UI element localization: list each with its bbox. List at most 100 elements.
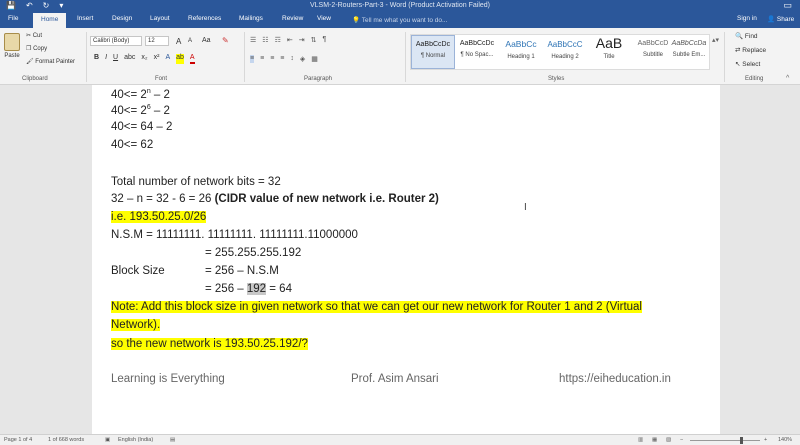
font-color-icon[interactable]: A <box>189 54 195 64</box>
block-size-label: Block Size <box>111 265 165 277</box>
numbering-icon[interactable]: ☷ <box>262 36 268 44</box>
zoom-level[interactable]: 140% <box>778 437 792 443</box>
tab-design[interactable]: Design <box>112 15 132 22</box>
multilevel-list-icon[interactable]: ☶ <box>275 36 281 44</box>
strikethrough-icon[interactable]: abc <box>124 54 135 64</box>
clear-formatting-icon[interactable]: ✎ <box>222 36 229 45</box>
align-right-icon[interactable]: ≡ <box>270 55 274 63</box>
footer-left: Learning is Everything <box>111 373 225 385</box>
doc-line: i.e. 193.50.25.0/26 <box>111 210 207 224</box>
cursor-icon: ↖ <box>735 61 741 68</box>
zoom-slider-thumb[interactable] <box>740 437 743 444</box>
font-group-label: Font <box>155 76 168 82</box>
doc-line: Network). <box>111 318 161 332</box>
tab-references[interactable]: References <box>188 15 221 22</box>
zoom-in-icon[interactable]: + <box>764 437 767 443</box>
style-normal[interactable]: AaBbCcDc ¶ Normal <box>411 35 455 69</box>
font-size-select[interactable]: 12 <box>145 36 169 46</box>
underline-button[interactable]: U <box>113 54 118 64</box>
highlight-icon[interactable]: ab <box>176 54 184 64</box>
text-run: = 256 – N.S.M <box>205 265 279 277</box>
style-title[interactable]: AaB Title <box>587 35 631 69</box>
print-layout-icon[interactable]: ▦ <box>652 437 657 443</box>
font-family-select[interactable]: Calibri (Body) <box>90 36 142 46</box>
language-indicator[interactable]: English (India) <box>118 437 153 443</box>
paste-button[interactable]: Paste <box>2 31 22 71</box>
document-area: 40<= 2n – 2 40<= 26 – 2 40<= 64 – 2 40<=… <box>0 85 800 434</box>
doc-line: 40<= 2n – 2 <box>111 85 170 102</box>
collapse-ribbon-icon[interactable]: ^ <box>786 75 789 82</box>
page-count[interactable]: Page 1 of 4 <box>4 437 32 443</box>
styles-scroll-icon[interactable]: ▴▾ <box>712 36 719 44</box>
tab-review[interactable]: Review <box>282 15 303 22</box>
proofing-icon[interactable]: ▣ <box>105 437 110 443</box>
tab-view[interactable]: View <box>317 15 331 22</box>
search-icon: 🔍 <box>735 33 744 40</box>
show-marks-button[interactable]: ¶ <box>322 36 326 44</box>
line-spacing-icon[interactable]: ↕ <box>290 55 294 63</box>
tab-file[interactable]: File <box>8 15 18 22</box>
sort-icon[interactable]: ⇅ <box>311 36 317 44</box>
style-heading-2[interactable]: AaBbCcC Heading 2 <box>543 35 587 69</box>
doc-line: so the new network is 193.50.25.192/? <box>111 337 308 351</box>
decrease-indent-icon[interactable]: ⇤ <box>287 36 293 44</box>
tab-home[interactable]: Home <box>33 13 67 28</box>
increase-indent-icon[interactable]: ⇥ <box>299 36 305 44</box>
cut-button[interactable]: ✂ Cut <box>26 32 42 39</box>
text-run: – 2 <box>150 88 170 101</box>
tab-insert[interactable]: Insert <box>77 15 93 22</box>
style-name: ¶ Normal <box>420 53 446 59</box>
zoom-slider[interactable] <box>690 440 760 441</box>
style-heading-1[interactable]: AaBbCc Heading 1 <box>499 35 543 69</box>
highlighted-text: Network). <box>111 319 161 331</box>
tab-mailings[interactable]: Mailings <box>239 15 263 22</box>
ribbon: Paste ✂ Cut ❐ Copy 🖌 Format Painter Clip… <box>0 28 800 85</box>
replace-button[interactable]: ⇄ Replace <box>735 46 766 54</box>
macro-icon[interactable]: ▤ <box>170 437 175 443</box>
style-preview: AaB <box>595 35 623 51</box>
word-count[interactable]: 1 of 668 words <box>48 437 84 443</box>
text-run: – 2 <box>150 104 170 117</box>
replace-icon: ⇄ <box>735 47 741 54</box>
grow-font-button[interactable]: A <box>176 37 181 46</box>
align-center-icon[interactable]: ≡ <box>260 55 264 63</box>
text-run: 40<= 2 <box>111 88 147 101</box>
clipboard-group-label: Clipboard <box>22 76 48 82</box>
tab-layout[interactable]: Layout <box>150 15 170 22</box>
tell-me-search[interactable]: 💡 Tell me what you want to do... <box>352 16 447 24</box>
select-button[interactable]: ↖ Select <box>735 60 760 68</box>
subscript-icon[interactable]: x₂ <box>141 54 147 64</box>
borders-icon[interactable]: ▦ <box>311 55 318 63</box>
shrink-font-button[interactable]: A <box>188 38 192 44</box>
bullets-icon[interactable]: ☰ <box>250 36 256 44</box>
copy-button[interactable]: ❐ Copy <box>26 45 47 52</box>
text-effects-icon[interactable]: A <box>165 54 170 64</box>
change-case-button[interactable]: Aa <box>202 37 211 44</box>
superscript-icon[interactable]: x² <box>154 54 160 64</box>
align-left-icon[interactable]: ≡ <box>250 55 255 63</box>
read-mode-icon[interactable]: ▥ <box>638 437 643 443</box>
sign-in-link[interactable]: Sign in <box>737 15 757 22</box>
clipboard-icon <box>4 33 20 51</box>
style-subtle-emphasis[interactable]: AaBbCcDa Subtle Em... <box>667 35 711 69</box>
doc-line: 40<= 64 – 2 <box>111 121 173 133</box>
zoom-out-icon[interactable]: − <box>680 437 683 443</box>
bold-button[interactable]: B <box>94 54 99 64</box>
paste-label: Paste <box>4 53 20 59</box>
find-button[interactable]: 🔍 Find <box>735 32 758 40</box>
highlighted-text: Note: Add this block size in given netwo… <box>111 301 642 313</box>
justify-icon[interactable]: ≡ <box>280 55 284 63</box>
share-button[interactable]: 👤 Share <box>767 15 794 23</box>
shading-icon[interactable]: ◈ <box>300 55 305 63</box>
doc-line: 40<= 62 <box>111 139 154 151</box>
web-layout-icon[interactable]: ▧ <box>666 437 671 443</box>
text-cursor-icon: I <box>524 202 527 213</box>
window-controls-icon[interactable]: ▭ <box>783 0 792 11</box>
doc-line: Block Size = 256 – N.S.M <box>111 264 279 278</box>
document-page[interactable]: 40<= 2n – 2 40<= 26 – 2 40<= 64 – 2 40<=… <box>92 85 720 434</box>
text-run: = 256 – <box>205 283 247 295</box>
style-no-spacing[interactable]: AaBbCcDc ¶ No Spac... <box>455 35 499 69</box>
format-painter-label: Format Painter <box>35 59 75 65</box>
format-painter-button[interactable]: 🖌 Format Painter <box>26 58 75 65</box>
italic-button[interactable]: I <box>105 54 107 64</box>
